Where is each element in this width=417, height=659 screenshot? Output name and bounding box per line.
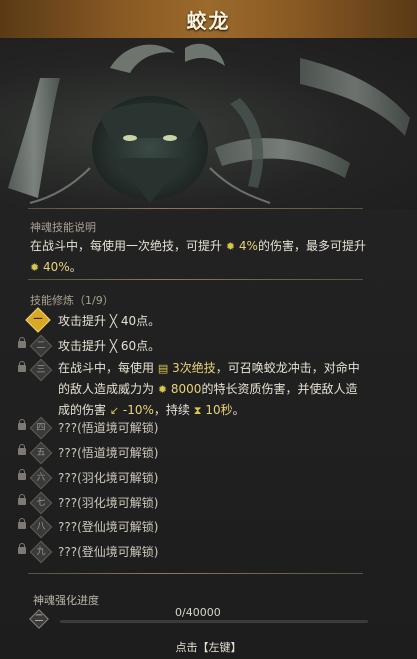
skill-row[interactable]: 八 ???(登仙境可解锁) (18, 515, 398, 539)
lock-icon (18, 518, 26, 529)
level-number: 三 (36, 365, 46, 375)
desc-value: 10秒 (205, 403, 233, 417)
sun-icon: ✹ (30, 261, 40, 274)
level-number: 一 (33, 315, 43, 325)
desc-value: 3次绝技 (172, 361, 216, 375)
lock-icon (18, 337, 26, 348)
scroll-icon: ▤ (157, 362, 169, 375)
desc-value: 8000 (170, 382, 202, 396)
desc-value: -10% (122, 403, 154, 417)
desc-text: 的敌人造成威力为 (58, 382, 155, 396)
skill-cultivation-heading: 技能修炼（1/9） (30, 294, 114, 307)
level-number: 五 (36, 448, 46, 458)
desc-value: 40% (43, 260, 70, 274)
divider (28, 208, 363, 209)
desc-text: 在战斗中，每使用 (58, 361, 155, 375)
divider (28, 573, 363, 574)
enhance-progress-heading: 神魂强化进度 (33, 594, 99, 607)
skill-row[interactable]: 四 ???(悟道境可解锁) (18, 416, 398, 440)
skill-text: ???(登仙境可解锁) (58, 545, 159, 559)
dragon-illustration (0, 38, 417, 210)
skill-desc-heading: 神魂技能说明 (30, 221, 96, 234)
desc-text: 。 (69, 260, 82, 274)
skill-row[interactable]: 二 攻击提升 ╳ 60点。 (18, 334, 398, 358)
click-hint: 点击【左键】 (175, 641, 242, 654)
enhance-level-number: 二 (34, 614, 44, 624)
skill-row[interactable]: 五 ???(悟道境可解锁) (18, 441, 398, 465)
lock-icon (18, 543, 26, 554)
sun-icon: ✹ (157, 383, 168, 396)
lock-icon (18, 419, 26, 430)
level-number: 九 (36, 547, 46, 557)
skill-row[interactable]: 七 ???(羽化境可解锁) (18, 491, 398, 515)
hourglass-icon: ⧗ (193, 404, 202, 417)
skill-text: ???(登仙境可解锁) (58, 520, 159, 534)
desc-text: ，持续 (153, 403, 190, 417)
desc-text: ，可召唤蛟龙冲击，对命中 (215, 361, 360, 375)
skill-text: ???(悟道境可解锁) (58, 446, 159, 460)
skill-row[interactable]: 九 ???(登仙境可解锁) (18, 540, 398, 564)
sun-icon: ✹ (225, 240, 236, 253)
skill-three-description: 在战斗中，每使用 ▤ 3次绝技，可召唤蛟龙冲击，对命中 的敌人造成威力为 ✹ 8… (58, 358, 378, 421)
level-number: 八 (36, 522, 46, 532)
level-number: 四 (36, 423, 46, 433)
skill-text: 攻击提升 ╳ 40点。 (58, 314, 161, 328)
skill-row[interactable]: 一 攻击提升 ╳ 40点。 (18, 307, 398, 333)
level-number: 六 (36, 473, 46, 483)
skill-row[interactable]: 六 ???(羽化境可解锁) (18, 466, 398, 490)
level-number: 二 (36, 341, 46, 351)
skill-description: 在战斗中，每使用一次绝技，可提升 ✹ 4%的伤害，最多可提升 ✹ 40%。 (30, 236, 370, 278)
title-bar: 蛟龙 (0, 0, 417, 39)
desc-text: 。 (232, 403, 245, 417)
level-number: 七 (36, 498, 46, 508)
panel-title: 蛟龙 (186, 8, 231, 33)
skill-text: ???(羽化境可解锁) (58, 471, 159, 485)
lock-icon (18, 469, 26, 480)
skill-text: 攻击提升 ╳ 60点。 (58, 339, 161, 353)
skill-text: ???(羽化境可解锁) (58, 496, 159, 510)
lock-icon (18, 361, 26, 372)
lock-icon (18, 444, 26, 455)
skill-text: ???(悟道境可解锁) (58, 421, 159, 435)
desc-text: 的特长资质伤害，并使敌人造 (201, 382, 358, 396)
enhance-progress-text: 0/40000 (175, 606, 221, 619)
desc-text: 在战斗中，每使用一次绝技，可提升 (30, 239, 223, 253)
lock-icon (18, 494, 26, 505)
sword-icon: ↙ (109, 404, 120, 417)
enhance-progress-bar (60, 620, 368, 623)
soul-detail-panel: 蛟龙 神魂技能说明 在战斗中，每使用一次绝技，可提升 ✹ 4%的伤害，最多可提升… (0, 0, 417, 659)
desc-text: 成的伤害 (58, 403, 107, 417)
desc-value: 4% (238, 239, 258, 253)
divider (28, 279, 363, 280)
desc-text: 的伤害，最多可提升 (257, 239, 366, 253)
